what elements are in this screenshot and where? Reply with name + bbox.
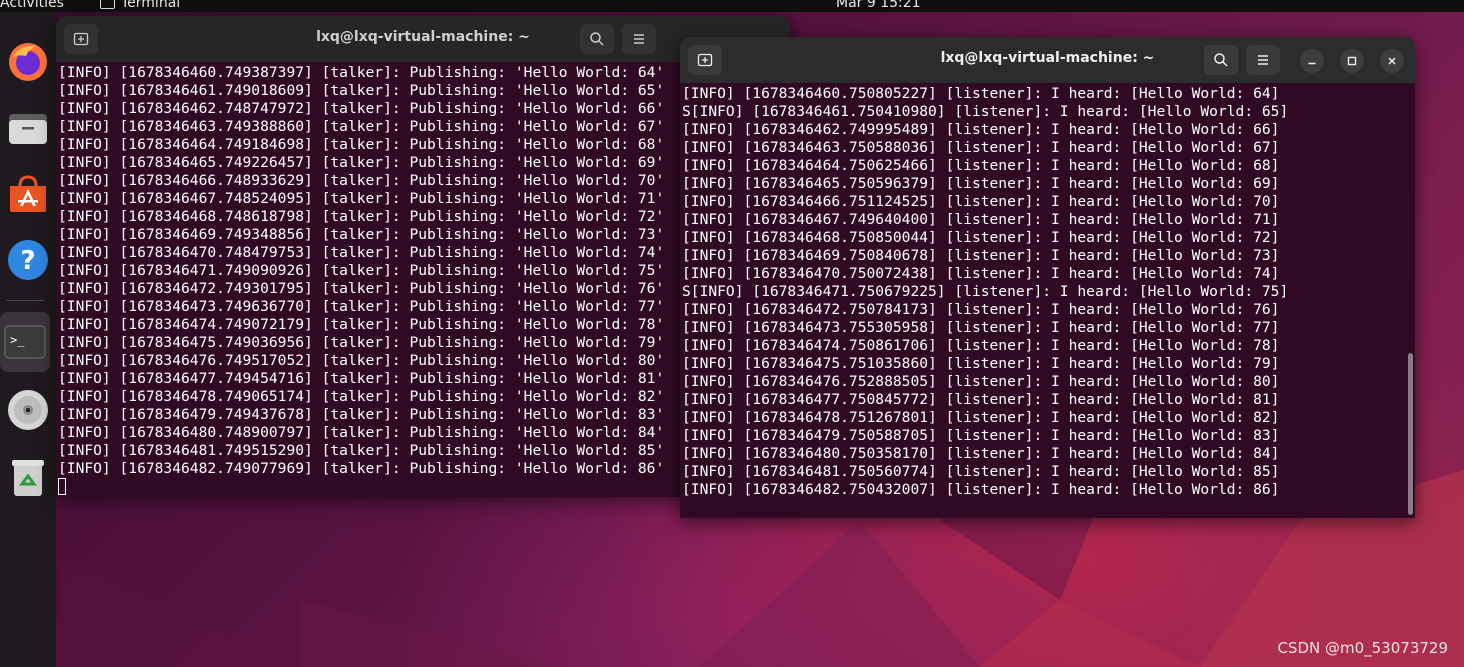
app-center-icon [10, 175, 46, 212]
help-icon: ? [8, 240, 48, 280]
svg-text:>_: >_ [10, 333, 25, 347]
terminal-line: [INFO] [1678346482.750432007] [listener]… [682, 481, 1280, 498]
dvd-icon [8, 390, 48, 430]
terminal-line: [INFO] [1678346475.751035860] [listener]… [682, 355, 1280, 372]
close-icon [1388, 57, 1396, 65]
search-icon [590, 32, 604, 46]
firefox-icon [9, 43, 47, 81]
dock-separator [6, 300, 44, 301]
menu-button[interactable] [1246, 45, 1280, 75]
maximize-button[interactable] [1340, 49, 1364, 73]
terminal-line: [INFO] [1678346460.750805227] [listener]… [682, 85, 1280, 102]
terminal-line: [INFO] [1678346467.749640400] [listener]… [682, 211, 1280, 228]
minimize-icon [1308, 62, 1316, 65]
terminal-line: [INFO] [1678346477.750845772] [listener]… [682, 391, 1280, 408]
dock-item-files[interactable] [0, 98, 56, 158]
terminal-line: [INFO] [1678346479.750588705] [listener]… [682, 427, 1280, 444]
menu-button[interactable] [622, 24, 656, 54]
terminal-line: [INFO] [1678346463.750588036] [listener]… [682, 139, 1280, 156]
svg-text:?: ? [20, 246, 35, 276]
terminal-output[interactable]: [INFO] [1678346460.750805227] [listener]… [680, 83, 1415, 518]
terminal-line: S[INFO] [1678346471.750679225] [listener… [682, 283, 1289, 300]
terminal-line: [INFO] [1678346480.750358170] [listener]… [682, 445, 1280, 462]
terminal-window-listener[interactable]: lxq@lxq-virtual-machine: ~ [INFO] [16783… [680, 37, 1415, 518]
terminal-line: [INFO] [1678346468.750850044] [listener]… [682, 229, 1280, 246]
dock-item-firefox[interactable] [0, 32, 56, 92]
hamburger-menu-icon [1258, 55, 1268, 65]
terminal-line: [INFO] [1678346469.750840678] [listener]… [682, 247, 1280, 264]
app-name: Terminal [121, 0, 181, 11]
titlebar[interactable]: lxq@lxq-virtual-machine: ~ [680, 37, 1415, 83]
terminal-icon: >_ [4, 325, 46, 359]
dock-item-terminal[interactable]: >_ [0, 312, 50, 372]
terminal-line: [INFO] [1678346464.750625466] [listener]… [682, 157, 1280, 174]
app-menu[interactable]: Terminal [100, 0, 180, 12]
dock-item-help[interactable]: ? [0, 230, 56, 290]
search-button[interactable] [580, 24, 614, 54]
terminal-line: [INFO] [1678346478.751267801] [listener]… [682, 409, 1280, 426]
trash-icon [12, 460, 44, 496]
terminal-line: [INFO] [1678346465.750596379] [listener]… [682, 175, 1280, 192]
search-icon [1214, 53, 1228, 67]
dock-item-trash[interactable] [0, 446, 56, 506]
text-cursor [58, 478, 66, 495]
terminal-line: [INFO] [1678346462.749995489] [listener]… [682, 121, 1280, 138]
terminal-line: [INFO] [1678346476.752888505] [listener]… [682, 373, 1280, 390]
files-icon [9, 114, 47, 144]
terminal-line: [INFO] [1678346472.750784173] [listener]… [682, 301, 1280, 318]
dock-item-app-center[interactable] [0, 164, 56, 224]
terminal-line: [INFO] [1678346470.750072438] [listener]… [682, 265, 1280, 282]
close-button[interactable] [1380, 49, 1404, 73]
maximize-icon [1347, 56, 1357, 66]
scrollbar[interactable] [1408, 353, 1413, 515]
minimize-button[interactable] [1300, 49, 1324, 73]
activities-button[interactable]: Activities [0, 0, 64, 12]
terminal-line: [INFO] [1678346474.750861706] [listener]… [682, 337, 1280, 354]
terminal-line: [INFO] [1678346473.755305958] [listener]… [682, 319, 1280, 336]
terminal-line: [INFO] [1678346481.750560774] [listener]… [682, 463, 1280, 480]
terminal-app-icon [100, 0, 115, 9]
hamburger-menu-icon [634, 34, 644, 44]
top-bar: Activities Terminal Mar 9 15:21 [0, 0, 1464, 12]
terminal-line: S[INFO] [1678346461.750410980] [listener… [682, 103, 1289, 120]
clock[interactable]: Mar 9 15:21 [836, 0, 921, 12]
dock-item-dvd[interactable] [0, 380, 56, 440]
dock: ? >_ [0, 12, 56, 667]
terminal-line: [INFO] [1678346466.751124525] [listener]… [682, 193, 1280, 210]
search-button[interactable] [1204, 45, 1238, 75]
watermark: CSDN @m0_53073729 [1277, 639, 1448, 657]
